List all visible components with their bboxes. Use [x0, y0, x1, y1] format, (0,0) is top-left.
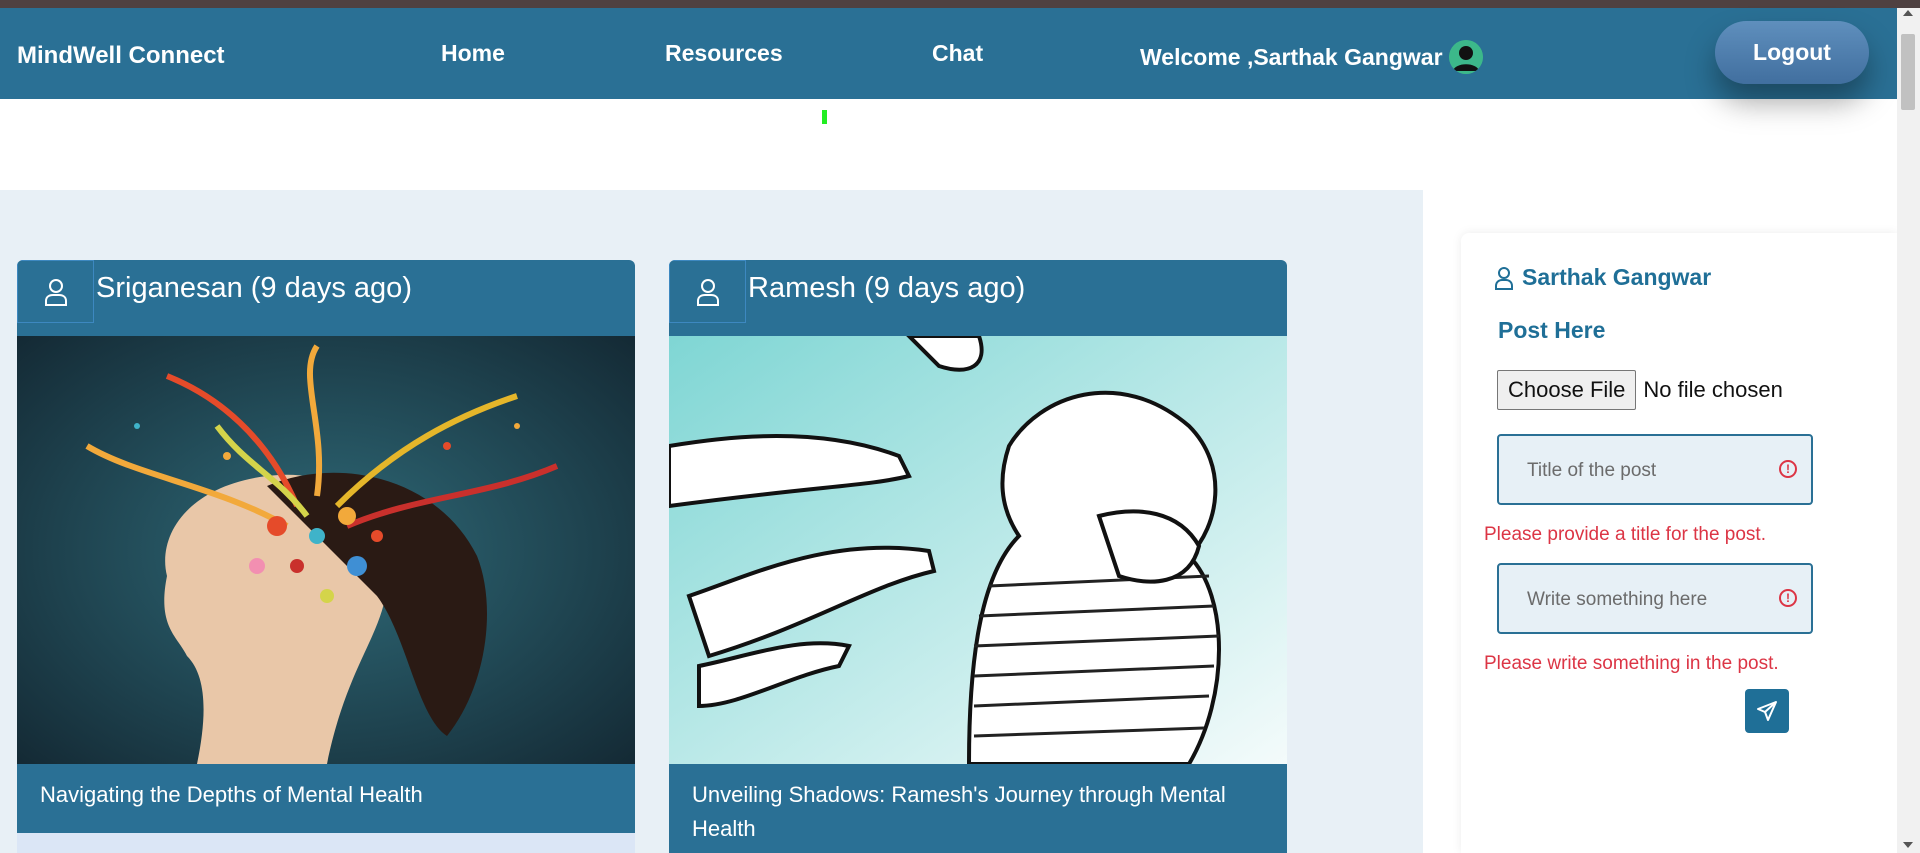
choose-file-button[interactable]: Choose File [1497, 370, 1637, 410]
post-title-input[interactable] [1525, 453, 1769, 489]
nav-home[interactable]: Home [441, 40, 505, 67]
user-avatar-icon[interactable] [1448, 40, 1483, 74]
post-title[interactable]: Navigating the Depths of Mental Health [40, 778, 610, 812]
welcome-user: Welcome ,Sarthak Gangwar [1140, 40, 1483, 74]
title-field-container: ! [1497, 434, 1813, 505]
post-body [17, 833, 635, 853]
nav-resources[interactable]: Resources [665, 40, 783, 67]
post-title[interactable]: Unveiling Shadows: Ramesh's Journey thro… [692, 778, 1262, 846]
body-field-container: ! [1497, 563, 1813, 634]
user-icon [17, 260, 94, 323]
post-image[interactable] [17, 336, 635, 764]
post-card[interactable]: Ramesh (9 days ago) Unveiling Shadows: R… [669, 260, 1287, 853]
exclamation-circle-icon: ! [1779, 589, 1797, 607]
composer-user: Sarthak Gangwar [1494, 264, 1711, 291]
post-body-input[interactable] [1525, 582, 1769, 618]
send-post-button[interactable] [1745, 689, 1789, 733]
body-error-message: Please write something in the post. [1484, 653, 1779, 674]
loading-indicator [822, 110, 827, 124]
post-author: Sriganesan (9 days ago) [96, 272, 412, 304]
post-card-header: Sriganesan (9 days ago) [17, 260, 635, 336]
user-icon [669, 260, 746, 323]
composer-heading: Post Here [1498, 317, 1606, 343]
composer-user-name: Sarthak Gangwar [1522, 264, 1712, 290]
post-card-header: Ramesh (9 days ago) [669, 260, 1287, 336]
navbar: MindWell Connect Home Resources Chat Wel… [0, 8, 1897, 99]
post-card[interactable]: Sriganesan (9 days ago) Navigating the D… [17, 260, 635, 853]
welcome-text: Welcome ,Sarthak Gangwar [1140, 43, 1443, 70]
logout-button[interactable]: Logout [1715, 21, 1869, 84]
title-error-message: Please provide a title for the post. [1484, 524, 1766, 545]
post-image[interactable] [669, 336, 1287, 764]
brand-logo[interactable]: MindWell Connect [17, 42, 225, 70]
post-author: Ramesh (9 days ago) [748, 272, 1026, 304]
nav-chat[interactable]: Chat [932, 40, 983, 67]
file-status: No file chosen [1643, 377, 1783, 402]
page-scrollbar[interactable] [1897, 8, 1920, 853]
scroll-down-arrow-icon[interactable] [1903, 842, 1913, 848]
window-top-strip [0, 0, 1920, 8]
scroll-up-arrow-icon[interactable] [1903, 10, 1913, 16]
scrollbar-thumb[interactable] [1901, 34, 1915, 110]
user-outline-icon [1494, 266, 1514, 290]
paper-plane-icon [1757, 701, 1777, 721]
exclamation-circle-icon: ! [1779, 460, 1797, 478]
file-picker: Choose File No file chosen [1497, 370, 1783, 410]
